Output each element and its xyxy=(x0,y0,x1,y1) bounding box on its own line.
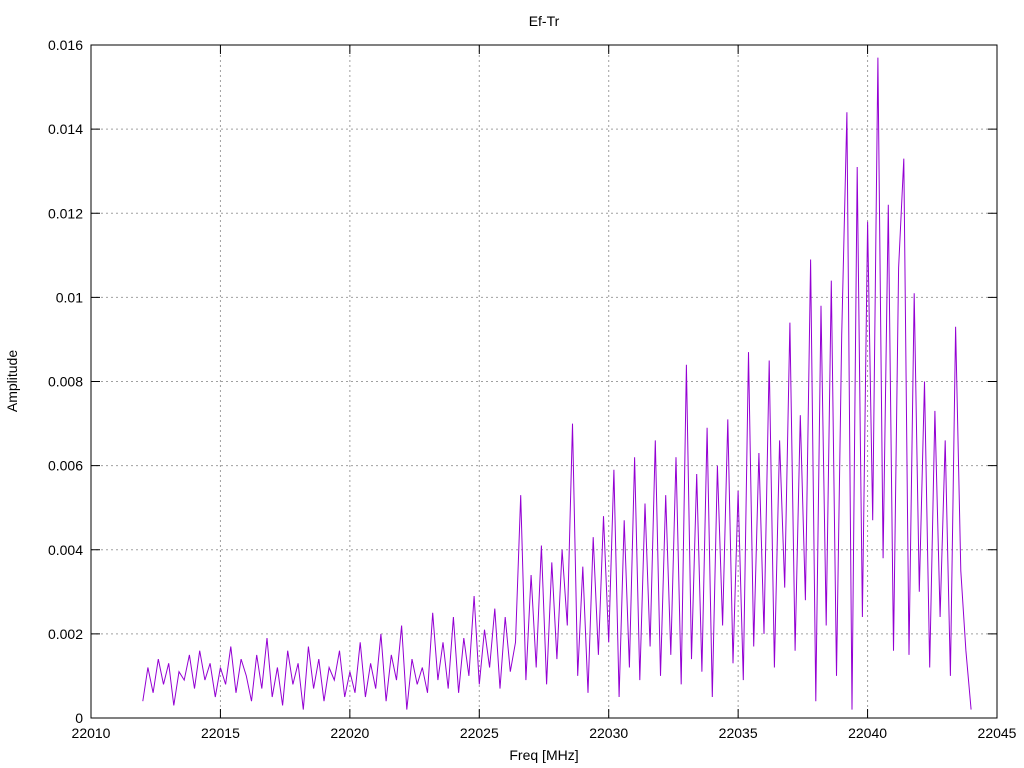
y-tick-label: 0.006 xyxy=(48,458,83,474)
x-tick-label: 22015 xyxy=(201,725,240,741)
x-axis-label: Freq [MHz] xyxy=(509,747,578,763)
ticks: 0 0.002 0.004 0.006 0.008 0.01 0.012 0.014 0.016… xyxy=(48,37,1017,741)
y-tick-label: 0.012 xyxy=(48,205,83,221)
chart-title: Ef-Tr xyxy=(529,13,560,29)
y-tick-label: 0.01 xyxy=(56,289,83,305)
series-line xyxy=(142,57,972,710)
series-ef-tr xyxy=(142,57,972,710)
y-tick-label: 0 xyxy=(75,710,83,726)
x-tick-label: 22040 xyxy=(848,725,887,741)
chart: 0 0.002 0.004 0.006 0.008 0.01 0.012 0.014 0.016… xyxy=(4,13,1017,763)
x-tick-label: 22025 xyxy=(460,725,499,741)
y-tick-label: 0.004 xyxy=(48,542,83,558)
y-tick-label: 0.016 xyxy=(48,37,83,53)
x-tick-label: 22030 xyxy=(589,725,628,741)
x-tick-label: 22020 xyxy=(330,725,369,741)
x-tick-label: 22035 xyxy=(719,725,758,741)
y-tick-label: 0.014 xyxy=(48,121,83,137)
x-tick-label: 22045 xyxy=(978,725,1017,741)
y-tick-label: 0.008 xyxy=(48,374,83,390)
y-axis-label: Amplitude xyxy=(4,350,20,412)
y-tick-label: 0.002 xyxy=(48,626,83,642)
x-tick-label: 22010 xyxy=(72,725,111,741)
